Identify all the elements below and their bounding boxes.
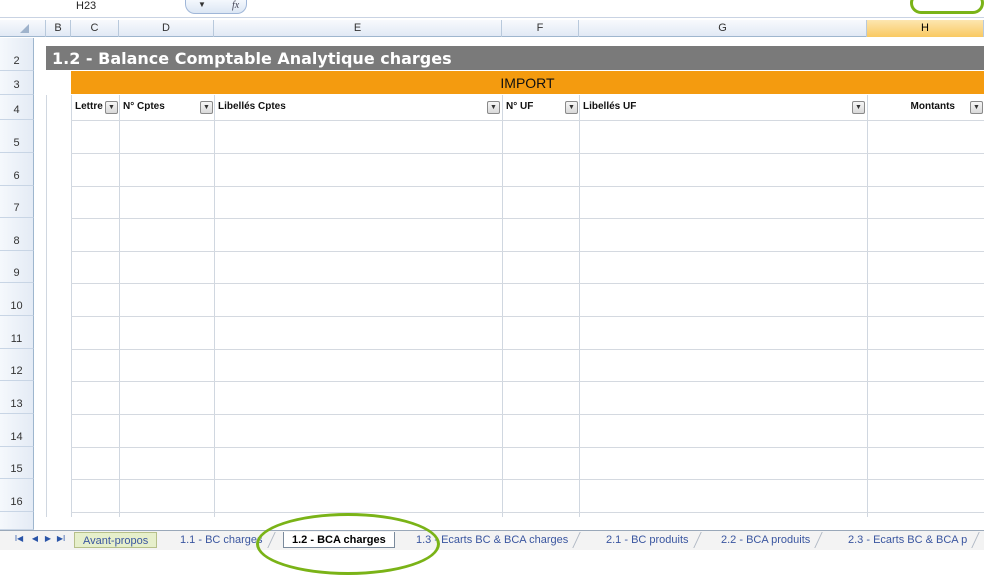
dropdown-arrow-icon[interactable]: ▼ (487, 101, 500, 114)
grid-line (71, 414, 984, 415)
section-label-import[interactable]: IMPORT (71, 71, 984, 94)
column-header-a[interactable] (34, 20, 46, 37)
header-cell-lettre[interactable]: Lettre (71, 95, 105, 120)
row-header[interactable]: 11 (0, 316, 34, 349)
row-header[interactable]: 9 (0, 251, 34, 283)
prev-sheet-icon[interactable]: ◀ (29, 532, 41, 546)
row-header[interactable]: 4 (0, 95, 34, 120)
grid-line (71, 95, 72, 517)
header-cell-montants[interactable]: Montants (867, 95, 967, 120)
grid-line (71, 349, 984, 350)
select-all-button[interactable] (0, 20, 34, 37)
grid-line (579, 95, 580, 517)
header-cell-n-cptes[interactable]: N° Cptes (119, 95, 199, 120)
sheet-tab-label: 1.1 - BC charges (180, 534, 263, 546)
dropdown-arrow-icon[interactable]: ▼ (852, 101, 865, 114)
highlight-circle-top (910, 0, 984, 14)
row-header[interactable]: 15 (0, 447, 34, 479)
sheet-tab[interactable]: 2.2 - BCA produits (709, 532, 824, 548)
grid-line (71, 512, 984, 513)
row-header[interactable]: 5 (0, 120, 34, 153)
column-header-f[interactable]: F (502, 20, 579, 37)
row-header[interactable]: 7 (0, 186, 34, 218)
grid-line (71, 153, 984, 154)
column-header-c[interactable]: C (71, 20, 119, 37)
row-header[interactable]: 10 (0, 283, 34, 316)
row-header-partial[interactable] (0, 512, 34, 530)
grid-line (71, 479, 984, 480)
grid-line (71, 186, 984, 187)
grid-line (119, 95, 120, 517)
row-header[interactable]: 2 (0, 38, 34, 71)
grid-line (71, 251, 984, 252)
column-header-d[interactable]: D (119, 20, 214, 37)
grid-line (71, 120, 984, 121)
chevron-down-icon[interactable]: ▼ (198, 0, 208, 14)
header-cell-libelles-uf[interactable]: Libellés UF (579, 95, 849, 120)
column-header-h[interactable]: H (867, 20, 984, 37)
row-header[interactable]: 13 (0, 381, 34, 414)
grid-line (71, 283, 984, 284)
sheet-tab-label: 2.2 - BCA produits (721, 534, 811, 546)
grid-line (71, 447, 984, 448)
row-header[interactable]: 6 (0, 153, 34, 186)
dropdown-arrow-icon[interactable]: ▼ (200, 101, 213, 114)
header-cell-n-uf[interactable]: N° UF (502, 95, 562, 120)
next-sheet-icon[interactable]: ▶ (42, 532, 54, 546)
fx-icon[interactable]: fx (232, 0, 246, 12)
column-header-e[interactable]: E (214, 20, 502, 37)
dropdown-arrow-icon[interactable]: ▼ (565, 101, 578, 114)
row-header[interactable]: 14 (0, 414, 34, 447)
name-box[interactable]: H23 (60, 0, 200, 14)
sheet-title[interactable]: 1.2 - Balance Comptable Analytique charg… (52, 48, 952, 70)
row-header[interactable]: 16 (0, 479, 34, 512)
dropdown-arrow-icon[interactable]: ▼ (105, 101, 118, 114)
sheet-tab-label: 2.3 - Ecarts BC & BCA p (848, 534, 968, 546)
grid-line (867, 95, 868, 517)
dropdown-arrow-icon[interactable]: ▼ (970, 101, 983, 114)
column-header-b[interactable]: B (46, 20, 71, 37)
first-sheet-icon[interactable]: I◀ (13, 532, 25, 546)
grid-line (214, 95, 215, 517)
select-all-icon (20, 24, 29, 33)
row-header[interactable]: 12 (0, 349, 34, 381)
sheet-tab[interactable]: Avant-propos (74, 532, 158, 548)
highlight-circle-tab (256, 513, 440, 575)
grid-line (71, 218, 984, 219)
grid-line (46, 95, 47, 517)
grid-line (71, 381, 984, 382)
sheet-tab[interactable]: 2.3 - Ecarts BC & BCA p (836, 532, 980, 548)
sheet-tab[interactable]: 2.1 - BC produits (594, 532, 702, 548)
column-header-row: B C D E F G H (0, 20, 984, 37)
header-cell-libelles-cptes[interactable]: Libellés Cptes (214, 95, 484, 120)
sheet-tab-label: 2.1 - BC produits (606, 534, 689, 546)
grid-line (71, 316, 984, 317)
grid-line (502, 95, 503, 517)
row-header[interactable]: 8 (0, 218, 34, 251)
column-header-g[interactable]: G (579, 20, 867, 37)
row-header[interactable]: 3 (0, 71, 34, 95)
last-sheet-icon[interactable]: ▶I (55, 532, 67, 546)
